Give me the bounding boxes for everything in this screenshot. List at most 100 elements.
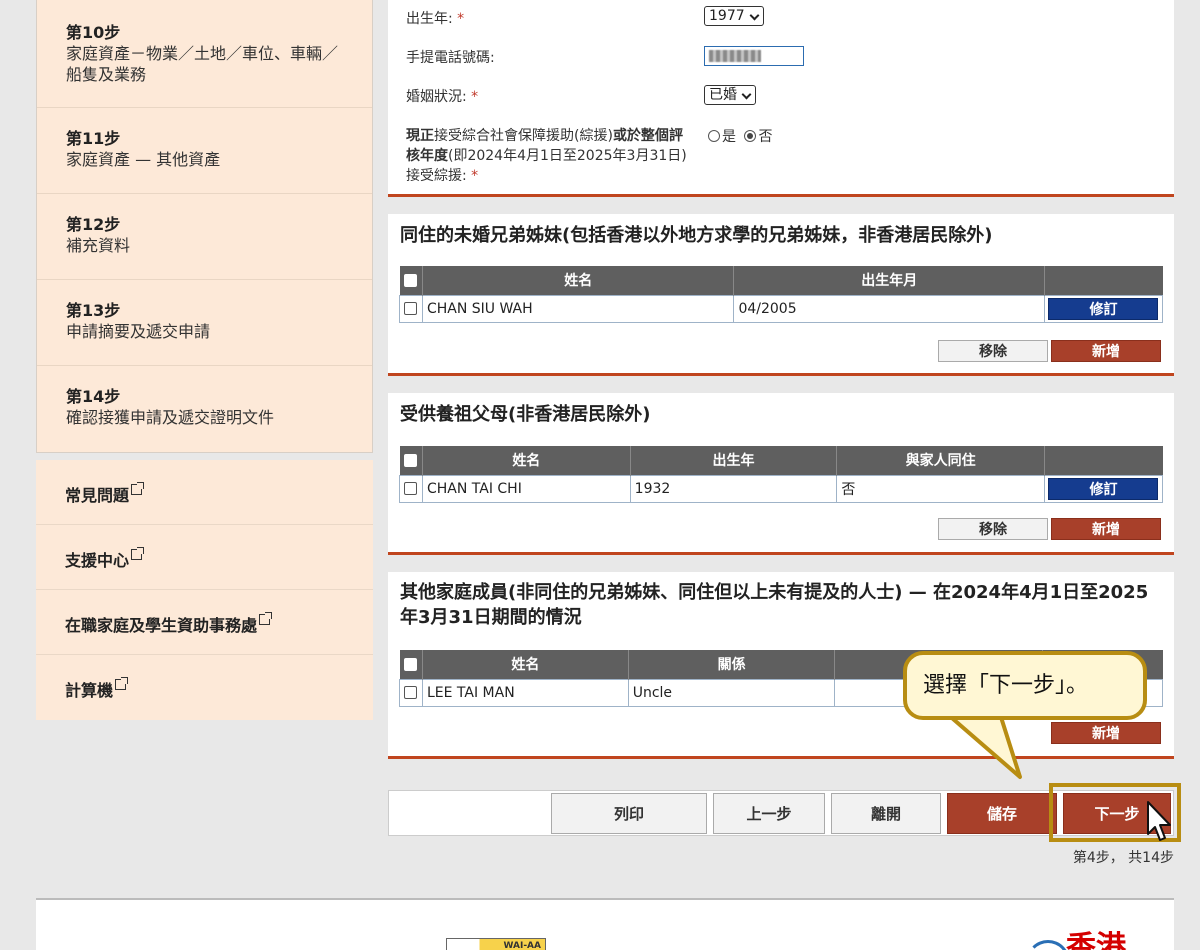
radio-label: 是 [722, 129, 736, 145]
cell-dob: 04/2005 [733, 294, 1045, 323]
leave-button[interactable]: 離開 [831, 793, 941, 834]
cell-relation: Uncle [627, 678, 836, 707]
siblings-table: 姓名 出生年月 CHAN SIU WAH 04/2005 修訂 [399, 266, 1164, 323]
col-dob: 出生年月 [733, 266, 1045, 295]
add-button[interactable]: 新增 [1051, 518, 1161, 540]
step-title: 第10步 [66, 23, 121, 42]
grandparents-table: 姓名 出生年 與家人同住 CHAN TAI CHI 1932 否 修訂 [399, 446, 1164, 503]
wcag-badge[interactable]: WAI-AA [446, 938, 546, 950]
marital-select[interactable]: 已婚 [704, 85, 756, 105]
link-label[interactable]: 支援中心 [65, 551, 129, 570]
step-title: 第14步 [66, 387, 121, 406]
link-label[interactable]: 計算機 [65, 681, 113, 700]
step-desc: 家庭資產 — 其他資產 [66, 150, 221, 169]
col-live-together: 與家人同住 [836, 446, 1045, 475]
required-mark: * [471, 168, 479, 184]
external-link-icon [131, 482, 145, 495]
link-calculator[interactable]: 計算機 [36, 655, 373, 720]
row-checkbox[interactable] [404, 302, 418, 315]
grandparents-panel: 受供養祖父母(非香港居民除外) 姓名 出生年 與家人同住 CHAN TAI CH… [388, 393, 1174, 555]
panel-title: 受供養祖父母(非香港居民除外) [400, 404, 651, 425]
sidebar-step-13[interactable]: 第13步 申請摘要及遞交申請 [37, 280, 372, 366]
cell-live-together: 否 [836, 474, 1045, 503]
panel-title: 同住的未婚兄弟姊妹(包括香港以外地方求學的兄弟姊妹，非香港居民除外) [400, 225, 993, 246]
select-all-checkbox[interactable] [404, 453, 418, 467]
edit-button[interactable]: 修訂 [1048, 477, 1159, 500]
link-support-centre[interactable]: 支援中心 [36, 525, 373, 590]
label-text: 婚姻狀況: [406, 89, 467, 105]
select-all-checkbox[interactable] [404, 657, 418, 671]
print-button[interactable]: 列印 [551, 793, 707, 834]
link-faq[interactable]: 常見問題 [36, 460, 373, 525]
cell-name: LEE TAI MAN [421, 678, 629, 707]
cell-name: CHAN TAI CHI [421, 474, 631, 503]
select-all-checkbox[interactable] [404, 273, 418, 287]
table-header: 姓名 出生年 與家人同住 [399, 446, 1163, 475]
siblings-panel: 同住的未婚兄弟姊妹(包括香港以外地方求學的兄弟姊妹，非香港居民除外) 姓名 出生… [388, 214, 1174, 376]
sidebar-step-12[interactable]: 第12步 補充資料 [37, 194, 372, 280]
radio-no[interactable] [744, 130, 757, 142]
q-text: 接受綜合社會保障援助(綜援) [434, 128, 613, 144]
sidebar-step-11[interactable]: 第11步 家庭資產 — 其他資產 [37, 108, 372, 194]
previous-step-button[interactable]: 上一步 [713, 793, 825, 834]
q-bold: 現正 [406, 128, 434, 144]
label-text: 出生年: [406, 11, 453, 27]
cell-name: CHAN SIU WAH [421, 294, 735, 323]
remove-button[interactable]: 移除 [938, 518, 1048, 540]
link-label[interactable]: 在職家庭及學生資助事務處 [65, 616, 257, 635]
mobile-input[interactable] [704, 46, 804, 66]
step-desc: 申請摘要及遞交申請 [66, 322, 211, 341]
birth-year-select[interactable]: 1977 [704, 6, 764, 26]
table-row: CHAN TAI CHI 1932 否 修訂 [399, 474, 1164, 503]
check-cell [399, 678, 423, 707]
link-label[interactable]: 常見問題 [65, 486, 129, 505]
globe-logo [1026, 940, 1070, 950]
step-counter: 第4步， 共14步 [1072, 850, 1174, 866]
birth-year-label: 出生年: * [406, 8, 464, 28]
add-button[interactable]: 新增 [1051, 722, 1161, 744]
save-button[interactable]: 儲存 [947, 793, 1057, 834]
col-name: 姓名 [422, 266, 735, 295]
mouse-cursor-icon [1147, 801, 1171, 841]
sidebar-step-10[interactable]: 第10步 家庭資產－物業／土地／車位、車輛／船隻及業務 [37, 0, 372, 108]
remove-button[interactable]: 移除 [938, 340, 1048, 362]
col-year: 出生年 [630, 446, 838, 475]
check-cell [399, 294, 423, 323]
applicant-form-panel: 出生年: * 1977 手提電話號碼: 婚姻狀況: * 已婚 現正接受綜合社會保… [388, 0, 1174, 197]
link-wfsfaa[interactable]: 在職家庭及學生資助事務處 [36, 590, 373, 655]
sidebar-step-14[interactable]: 第14步 確認接獲申請及遞交證明文件 [37, 366, 372, 452]
col-name: 姓名 [422, 650, 629, 679]
cell-action: 修訂 [1043, 294, 1164, 323]
instruction-callout: 選擇「下一步」。 [903, 651, 1147, 720]
footer: WAI-AA 香港 [36, 898, 1174, 950]
check-cell [399, 474, 423, 503]
col-action [1044, 266, 1163, 295]
header-check-cell [399, 446, 423, 475]
edit-button[interactable]: 修訂 [1048, 297, 1159, 320]
step-title: 第13步 [66, 301, 121, 320]
step-list: 第10步 家庭資產－物業／土地／車位、車輛／船隻及業務 第11步 家庭資產 — … [36, 0, 373, 453]
table-row: CHAN SIU WAH 04/2005 修訂 [399, 294, 1164, 323]
cell-action: 修訂 [1043, 474, 1164, 503]
marital-label: 婚姻狀況: * [406, 86, 478, 106]
step-desc: 確認接獲申請及遞交證明文件 [66, 408, 275, 427]
required-mark: * [457, 11, 465, 27]
sidebar: 第10步 家庭資產－物業／土地／車位、車輛／船隻及業務 第11步 家庭資產 — … [36, 0, 373, 720]
brand-logo-text: 香港 [1066, 930, 1126, 950]
add-button[interactable]: 新增 [1051, 340, 1161, 362]
external-link-icon [115, 677, 129, 690]
header-check-cell [399, 650, 423, 679]
q-text: (即2024年4月1日至2025年3月31日) 接受綜援: [406, 148, 687, 184]
radio-yes[interactable] [708, 130, 720, 142]
header-check-cell [399, 266, 423, 295]
row-checkbox[interactable] [404, 482, 418, 495]
q-bold: 或於整個 [612, 128, 669, 144]
cssa-radio-group: 是 否 [704, 126, 772, 146]
step-desc: 家庭資產－物業／土地／車位、車輛／船隻及業務 [66, 44, 339, 84]
mobile-label: 手提電話號碼: [406, 50, 495, 66]
panel-title: 其他家庭成員(非同住的兄弟姊妹、同住但以上未有提及的人士) — 在2024年4月… [400, 582, 1149, 628]
footer-links: WAI-AA [46, 938, 568, 950]
required-mark: * [471, 89, 479, 105]
row-checkbox[interactable] [404, 686, 418, 699]
col-relation: 關係 [628, 650, 836, 679]
